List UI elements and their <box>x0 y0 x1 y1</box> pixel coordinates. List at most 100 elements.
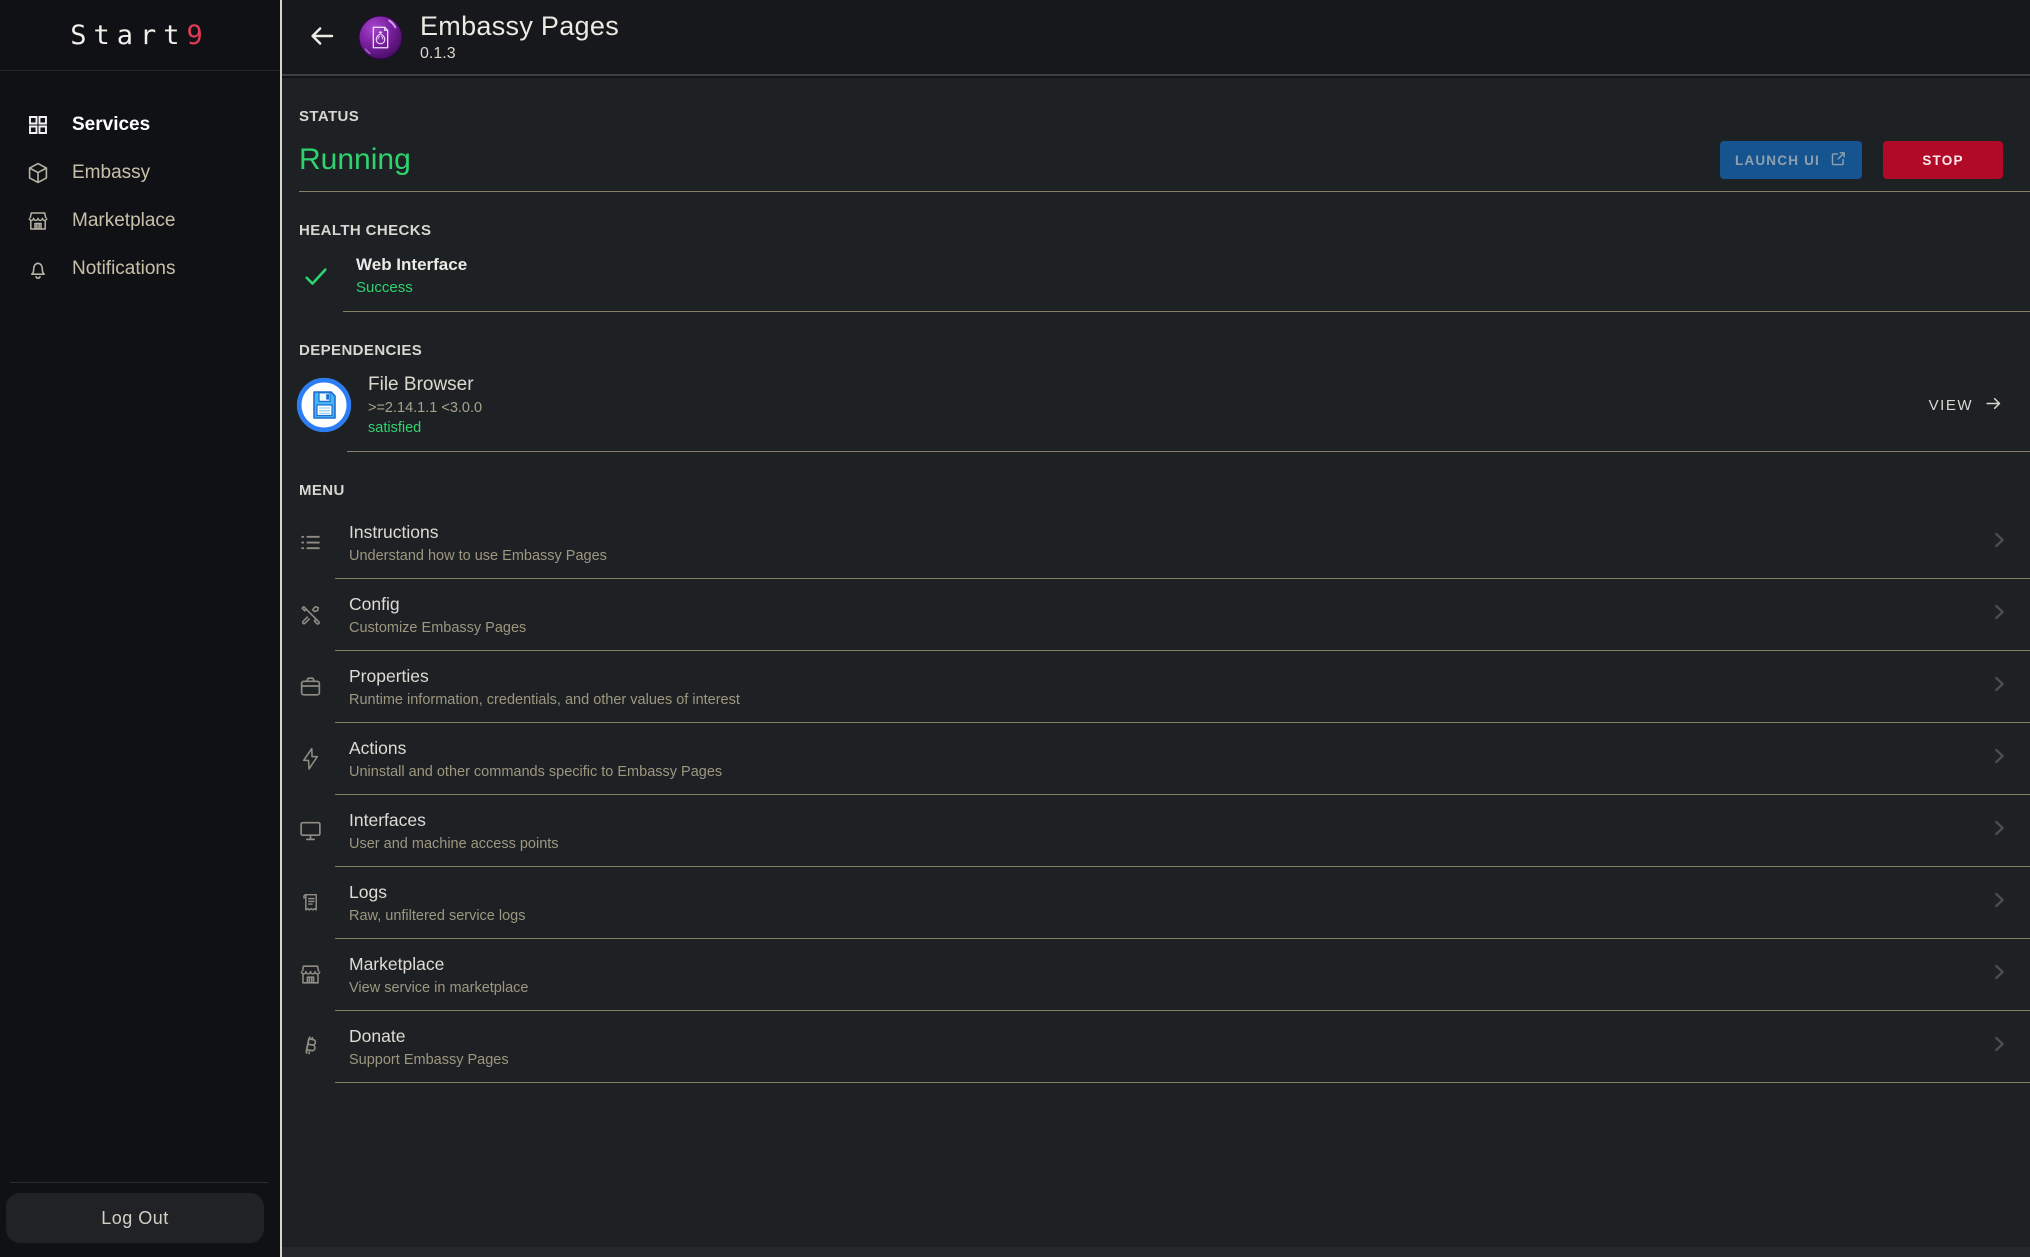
status-section-label: STATUS <box>299 108 2030 125</box>
page-version: 0.1.3 <box>420 45 619 63</box>
dependency-row[interactable]: File Browser >=2.14.1.1 <3.0.0 satisfied… <box>296 374 2003 436</box>
menu-divider <box>335 1082 2030 1083</box>
lightning-icon <box>296 745 324 773</box>
menu-item-description: Raw, unfiltered service logs <box>349 908 526 924</box>
bottom-scroll-strip <box>282 1247 2030 1257</box>
sidebar: Start9 Services Embassy Marketplace <box>0 0 282 1257</box>
menu-item-interfaces[interactable]: Interfaces User and machine access point… <box>282 795 2030 866</box>
chevron-right-icon <box>1988 673 2010 700</box>
menu-item-text: Instructions Understand how to use Embas… <box>349 522 607 564</box>
section-divider <box>347 451 2030 452</box>
service-content: STATUS Running LAUNCH UI STOP HEALTH CHE… <box>282 78 2030 1257</box>
menu-section-label: MENU <box>299 482 2030 499</box>
bitcoin-icon <box>296 1033 324 1061</box>
dependency-text: File Browser >=2.14.1.1 <3.0.0 satisfied <box>368 374 482 436</box>
sidebar-item-marketplace[interactable]: Marketplace <box>0 197 280 245</box>
logo-main: Start <box>70 20 186 51</box>
dependency-status: satisfied <box>368 420 482 436</box>
logout-button[interactable]: Log Out <box>6 1193 264 1243</box>
embassy-pages-onion-icon <box>358 15 403 60</box>
external-link-icon <box>1830 150 1847 170</box>
embassy-service-page: Start9 Services Embassy Marketplace <box>0 0 2030 1257</box>
menu-item-text: Config Customize Embassy Pages <box>349 594 526 636</box>
menu-item-description: Understand how to use Embassy Pages <box>349 548 607 564</box>
sidebar-nav: Services Embassy Marketplace Notificatio… <box>0 71 280 293</box>
grid-icon <box>25 112 51 138</box>
chevron-right-icon <box>1988 1033 2010 1060</box>
menu-item-title: Instructions <box>349 522 607 543</box>
back-arrow-icon <box>307 21 337 54</box>
title-block: Embassy Pages 0.1.3 <box>420 11 619 63</box>
menu-item-properties[interactable]: Properties Runtime information, credenti… <box>282 651 2030 722</box>
health-check-text: Web Interface Success <box>356 255 467 296</box>
menu-item-title: Donate <box>349 1026 509 1047</box>
status-value: Running <box>299 143 411 177</box>
storefront-icon <box>296 961 324 989</box>
list-icon <box>296 529 324 557</box>
menu-item-description: Runtime information, credentials, and ot… <box>349 692 740 708</box>
menu-item-text: Donate Support Embassy Pages <box>349 1026 509 1068</box>
chevron-right-icon <box>1988 889 2010 916</box>
sidebar-item-label: Notifications <box>72 258 176 280</box>
menu-item-text: Interfaces User and machine access point… <box>349 810 559 852</box>
health-check-result: Success <box>356 279 467 296</box>
menu-item-text: Properties Runtime information, credenti… <box>349 666 740 708</box>
menu-divider <box>335 866 2030 867</box>
storefront-icon <box>25 208 51 234</box>
menu-item-instructions[interactable]: Instructions Understand how to use Embas… <box>282 507 2030 578</box>
menu-item-title: Properties <box>349 666 740 687</box>
dependency-name: File Browser <box>368 374 482 396</box>
menu-item-text: Logs Raw, unfiltered service logs <box>349 882 526 924</box>
menu-item-title: Actions <box>349 738 722 759</box>
health-section-label: HEALTH CHECKS <box>299 222 2030 239</box>
sidebar-item-services[interactable]: Services <box>0 101 280 149</box>
stop-button[interactable]: STOP <box>1883 141 2003 179</box>
menu-list: Instructions Understand how to use Embas… <box>282 507 2030 1083</box>
section-divider <box>299 191 2030 192</box>
page-title: Embassy Pages <box>420 11 619 42</box>
chevron-right-icon <box>1988 961 2010 988</box>
menu-item-title: Logs <box>349 882 526 903</box>
menu-item-logs[interactable]: Logs Raw, unfiltered service logs <box>282 867 2030 938</box>
receipt-icon <box>296 889 324 917</box>
status-row: Running LAUNCH UI STOP <box>299 129 2003 191</box>
tools-icon <box>296 601 324 629</box>
logo: Start9 <box>0 0 280 71</box>
health-check-name: Web Interface <box>356 255 467 275</box>
menu-divider <box>335 794 2030 795</box>
monitor-icon <box>296 817 324 845</box>
menu-item-marketplace[interactable]: Marketplace View service in marketplace <box>282 939 2030 1010</box>
menu-item-text: Actions Uninstall and other commands spe… <box>349 738 722 780</box>
sidebar-item-embassy[interactable]: Embassy <box>0 149 280 197</box>
dependency-version-range: >=2.14.1.1 <3.0.0 <box>368 400 482 416</box>
logo-accent-9: 9 <box>187 20 210 51</box>
menu-divider <box>335 1010 2030 1011</box>
sidebar-item-label: Marketplace <box>72 210 176 232</box>
menu-divider <box>335 938 2030 939</box>
sidebar-item-notifications[interactable]: Notifications <box>0 245 280 293</box>
menu-item-config[interactable]: Config Customize Embassy Pages <box>282 579 2030 650</box>
menu-item-title: Interfaces <box>349 810 559 831</box>
file-browser-floppy-icon <box>296 377 352 433</box>
chevron-right-icon <box>1988 745 2010 772</box>
dependency-view-link[interactable]: VIEW <box>1929 394 2003 417</box>
launch-ui-label: LAUNCH UI <box>1735 153 1820 168</box>
menu-item-description: Uninstall and other commands specific to… <box>349 764 722 780</box>
arrow-forward-icon <box>1984 394 2003 417</box>
menu-item-title: Config <box>349 594 526 615</box>
cube-icon <box>25 160 51 186</box>
menu-item-actions[interactable]: Actions Uninstall and other commands spe… <box>282 723 2030 794</box>
view-label: VIEW <box>1929 397 1973 414</box>
launch-ui-button[interactable]: LAUNCH UI <box>1720 141 1862 179</box>
sidebar-item-label: Services <box>72 114 150 136</box>
back-button[interactable] <box>302 17 342 57</box>
menu-divider <box>335 722 2030 723</box>
menu-item-title: Marketplace <box>349 954 528 975</box>
chevron-right-icon <box>1988 601 2010 628</box>
service-header: Embassy Pages 0.1.3 <box>282 0 2030 76</box>
menu-item-description: Support Embassy Pages <box>349 1052 509 1068</box>
sidebar-item-label: Embassy <box>72 162 150 184</box>
menu-item-text: Marketplace View service in marketplace <box>349 954 528 996</box>
chevron-right-icon <box>1988 529 2010 556</box>
menu-item-donate[interactable]: Donate Support Embassy Pages <box>282 1011 2030 1082</box>
